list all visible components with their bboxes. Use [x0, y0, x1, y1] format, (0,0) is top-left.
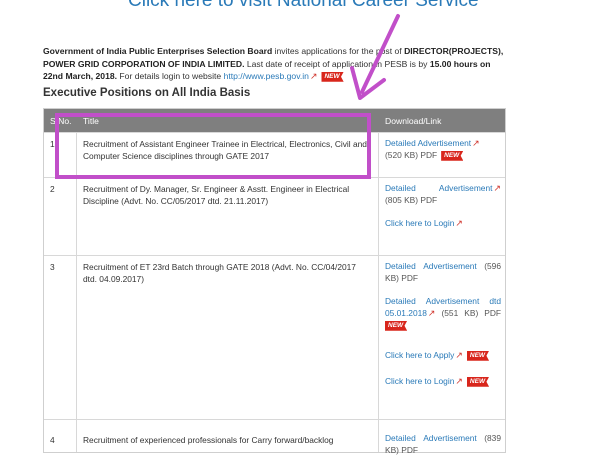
header-download: Download/Link — [385, 116, 442, 126]
table-row: 2 Recruitment of Dy. Manager, Sr. Engine… — [44, 177, 505, 256]
external-link-icon: ↗ — [455, 350, 463, 360]
detailed-advertisement-link[interactable]: Detailed Advertisement↗ — [385, 182, 501, 194]
new-badge: NEW — [385, 320, 408, 331]
new-badge: NEW — [441, 150, 464, 161]
detailed-advertisement-link[interactable]: Detailed Advertisement (839 — [385, 432, 501, 444]
external-link-icon: ↗ — [455, 218, 463, 228]
external-link-icon: ↗ — [427, 308, 436, 318]
intro-paragraph: Government of India Public Enterprises S… — [43, 46, 504, 82]
national-career-service-link[interactable]: Click here to visit National Career Serv… — [128, 0, 487, 12]
download-cell: Detailed Advertisement↗ (805 KB) PDF Clic… — [385, 182, 501, 228]
apply-link[interactable]: Click here to Apply — [385, 350, 454, 360]
detailed-advertisement-link[interactable]: Detailed Advertisement (596 — [385, 260, 501, 272]
annotation-arrow-icon — [350, 14, 400, 100]
highlight-rectangle — [55, 113, 371, 179]
external-link-icon: ↗ — [493, 183, 501, 193]
external-link-icon: ↗ — [455, 376, 463, 386]
download-cell: Detailed Advertisement (596 KB) PDF Detail… — [385, 260, 501, 387]
row-number: 4 — [50, 435, 55, 445]
section-title: Executive Positions on All India Basis — [43, 87, 251, 99]
row-title: Recruitment of ET 23rd Batch through GAT… — [83, 262, 356, 284]
detailed-advertisement-link[interactable]: Detailed Advertisement — [385, 138, 471, 148]
login-link[interactable]: Click here to Login — [385, 376, 454, 386]
external-link-icon: ↗ — [309, 71, 318, 81]
detailed-advertisement-dated-link[interactable]: Detailed Advertisement dtd — [385, 295, 501, 307]
board-name: Government of India Public Enterprises S… — [43, 46, 273, 56]
new-badge: NEW — [466, 350, 490, 361]
pesb-website-link[interactable]: http://www.pesb.gov.in — [224, 71, 309, 81]
external-link-icon: ↗ — [479, 0, 487, 1]
row-number: 1 — [50, 139, 55, 149]
table-row: 3 Recruitment of ET 23rd Batch through G… — [44, 255, 505, 430]
download-cell: Detailed Advertisement↗ (520 KB) PDF NEW — [385, 138, 480, 161]
row-number: 3 — [50, 262, 55, 272]
new-badge: NEW — [466, 376, 490, 387]
row-title: Recruitment of Dy. Manager, Sr. Engineer… — [83, 184, 350, 206]
login-link[interactable]: Click here to Login — [385, 218, 454, 228]
row-title: Recruitment of experienced professionals… — [83, 435, 334, 445]
row-number: 2 — [50, 184, 55, 194]
external-link-icon: ↗ — [472, 138, 480, 148]
